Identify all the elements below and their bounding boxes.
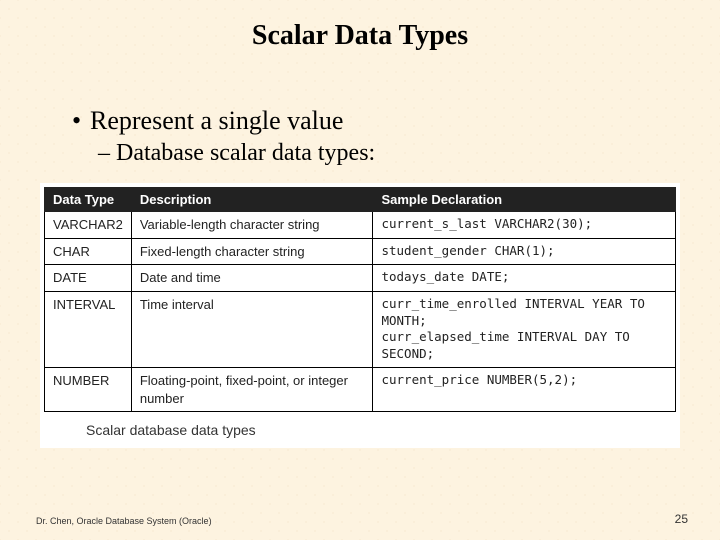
bullet-level-1: •Represent a single value [72, 106, 720, 136]
cell-type: CHAR [45, 238, 132, 265]
col-header-type: Data Type [45, 188, 132, 212]
cell-sample: todays_date DATE; [373, 265, 676, 292]
table-row: VARCHAR2 Variable-length character strin… [45, 212, 676, 239]
table-row: CHAR Fixed-length character string stude… [45, 238, 676, 265]
bullet-dot: • [72, 106, 90, 136]
table-container: Data Type Description Sample Declaration… [40, 183, 680, 448]
cell-type: VARCHAR2 [45, 212, 132, 239]
table-caption: Scalar database data types [44, 412, 676, 438]
page-title: Scalar Data Types [0, 0, 720, 52]
bullet-2-text: Database scalar data types: [116, 140, 375, 166]
table-body: VARCHAR2 Variable-length character strin… [45, 212, 676, 412]
cell-type: NUMBER [45, 368, 132, 412]
table-row: INTERVAL Time interval curr_time_enrolle… [45, 291, 676, 368]
cell-desc: Floating-point, fixed-point, or integer … [131, 368, 373, 412]
col-header-sample: Sample Declaration [373, 188, 676, 212]
table-row: NUMBER Floating-point, fixed-point, or i… [45, 368, 676, 412]
bullet-1-text: Represent a single value [90, 106, 343, 135]
cell-type: DATE [45, 265, 132, 292]
table-row: DATE Date and time todays_date DATE; [45, 265, 676, 292]
cell-sample: curr_time_enrolled INTERVAL YEAR TO MONT… [373, 291, 676, 368]
col-header-desc: Description [131, 188, 373, 212]
slide: Scalar Data Types •Represent a single va… [0, 0, 720, 540]
cell-desc: Date and time [131, 265, 373, 292]
footer-author: Dr. Chen, Oracle Database System (Oracle… [36, 516, 212, 526]
page-number: 25 [675, 512, 688, 526]
cell-desc: Fixed-length character string [131, 238, 373, 265]
cell-desc: Time interval [131, 291, 373, 368]
cell-desc: Variable-length character string [131, 212, 373, 239]
cell-type: INTERVAL [45, 291, 132, 368]
bullet-level-2: – Database scalar data types: [72, 140, 720, 167]
bullet-list: •Represent a single value – Database sca… [0, 106, 720, 167]
data-types-table: Data Type Description Sample Declaration… [44, 187, 676, 412]
cell-sample: current_price NUMBER(5,2); [373, 368, 676, 412]
cell-sample: student_gender CHAR(1); [373, 238, 676, 265]
cell-sample: current_s_last VARCHAR2(30); [373, 212, 676, 239]
table-header-row: Data Type Description Sample Declaration [45, 188, 676, 212]
